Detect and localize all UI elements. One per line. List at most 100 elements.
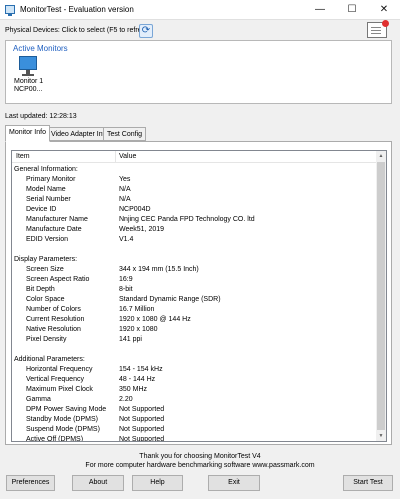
table-row[interactable]: Serial Number N/A <box>12 195 377 205</box>
row-item-label: Color Space <box>26 296 65 303</box>
row-item-label: DPM Power Saving Mode <box>26 406 107 413</box>
table-row[interactable]: DPM Power Saving Mode Not Supported <box>12 405 377 415</box>
row-value: NCP004D <box>119 206 151 213</box>
row-item-label: Serial Number <box>26 196 71 203</box>
row-value: 8-bit <box>119 286 133 293</box>
scroll-down-arrow-icon[interactable]: ▼ <box>376 431 386 441</box>
column-divider[interactable] <box>115 151 116 163</box>
report-icon[interactable] <box>367 20 389 38</box>
monitor-id: NCP00... <box>14 86 43 93</box>
table-row[interactable]: Suspend Mode (DPMS) Not Supported <box>12 425 377 435</box>
section-header: Additional Parameters: <box>14 356 85 363</box>
table-row[interactable]: Screen Size 344 x 194 mm (15.5 Inch) <box>12 265 377 275</box>
row-item-label: Model Name <box>26 186 66 193</box>
table-row[interactable]: Current Resolution 1920 x 1080 @ 144 Hz <box>12 315 377 325</box>
row-item-label: Primary Monitor <box>26 176 76 183</box>
vertical-scrollbar[interactable]: ▲ ▼ <box>376 151 386 441</box>
table-row[interactable]: Model Name N/A <box>12 185 377 195</box>
minimize-button[interactable]: — <box>304 0 336 20</box>
row-value: Week51, 2019 <box>119 226 165 233</box>
table-row[interactable]: Color Space Standard Dynamic Range (SDR) <box>12 295 377 305</box>
row-item-label: Device ID <box>26 206 57 213</box>
monitor-icon[interactable] <box>17 56 39 77</box>
row-value: 141 ppi <box>119 336 142 343</box>
window-title: MonitorTest - Evaluation version <box>20 5 134 14</box>
table-row[interactable]: Vertical Frequency 48 - 144 Hz <box>12 375 377 385</box>
footer-website: For more computer hardware benchmarking … <box>85 462 315 469</box>
title-bar: MonitorTest - Evaluation version — ☐ ✕ <box>0 0 400 20</box>
table-row[interactable] <box>12 245 377 255</box>
row-value: N/A <box>119 186 131 193</box>
row-item-label: EDID Version <box>26 236 69 243</box>
row-value: 350 MHz <box>119 386 148 393</box>
monitor-item[interactable]: Monitor 1 NCP00... <box>14 78 43 94</box>
row-item-label: Pixel Density <box>26 336 67 343</box>
table-row[interactable]: Horizontal Frequency 154 - 154 kHz <box>12 365 377 375</box>
column-header-value[interactable]: Value <box>119 153 136 160</box>
scroll-up-arrow-icon[interactable]: ▲ <box>376 151 386 161</box>
list-header: Item Value <box>12 151 377 163</box>
table-row[interactable]: Additional Parameters: <box>12 355 377 365</box>
column-header-item[interactable]: Item <box>16 153 30 160</box>
row-value: 16:9 <box>119 276 133 283</box>
tab-test-config[interactable]: Test Config <box>103 127 147 141</box>
row-item-label: Horizontal Frequency <box>26 366 93 373</box>
table-row[interactable]: Active Off (DPMS) Not Supported <box>12 435 377 442</box>
row-item-label: Bit Depth <box>26 286 55 293</box>
refresh-icon[interactable]: ⟳ <box>139 24 153 38</box>
monitor-info-panel: Item Value General Information: Primary M… <box>5 141 392 445</box>
table-row[interactable]: EDID Version V1.4 <box>12 235 377 245</box>
scrollbar-thumb[interactable] <box>377 162 385 430</box>
row-item-label: Active Off (DPMS) <box>26 436 84 442</box>
row-item-label: Standby Mode (DPMS) <box>26 416 98 423</box>
last-updated-label: Last updated: 12:28:13 <box>5 113 77 120</box>
table-row[interactable]: Screen Aspect Ratio 16:9 <box>12 275 377 285</box>
table-row[interactable]: Bit Depth 8-bit <box>12 285 377 295</box>
row-value: 1920 x 1080 <box>119 326 158 333</box>
row-item-label: Manufacturer Name <box>26 216 88 223</box>
row-item-label: Maximum Pixel Clock <box>26 386 93 393</box>
section-header: Display Parameters: <box>14 256 78 263</box>
row-value: 344 x 194 mm (15.5 Inch) <box>119 266 199 273</box>
row-value: Not Supported <box>119 426 165 433</box>
row-value: 48 - 144 Hz <box>119 376 156 383</box>
table-row[interactable]: General Information: <box>12 165 377 175</box>
row-value: Nnjing CEC Panda FPD Technology CO. ltd <box>119 216 255 223</box>
row-value: 16.7 Million <box>119 306 155 313</box>
table-row[interactable]: Manufacture Date Week51, 2019 <box>12 225 377 235</box>
preferences-button[interactable]: Preferences <box>6 475 55 491</box>
row-value: V1.4 <box>119 236 134 243</box>
maximize-button[interactable]: ☐ <box>336 0 368 20</box>
footer-thanks: Thank you for choosing MonitorTest V4 <box>139 453 261 460</box>
table-row[interactable]: Pixel Density 141 ppi <box>12 335 377 345</box>
row-value: Not Supported <box>119 416 165 423</box>
row-value: 1920 x 1080 @ 144 Hz <box>119 316 191 323</box>
active-monitors-title: Active Monitors <box>13 44 68 53</box>
row-item-label: Native Resolution <box>26 326 81 333</box>
table-row[interactable]: Primary Monitor Yes <box>12 175 377 185</box>
physical-devices-label: Physical Devices: Click to select (F5 to… <box>5 27 152 34</box>
table-row[interactable]: Device ID NCP004D <box>12 205 377 215</box>
table-row[interactable] <box>12 345 377 355</box>
table-row[interactable]: Standby Mode (DPMS) Not Supported <box>12 415 377 425</box>
row-item-label: Screen Aspect Ratio <box>26 276 90 283</box>
table-row[interactable]: Maximum Pixel Clock 350 MHz <box>12 385 377 395</box>
tab-monitor-info[interactable]: Monitor Info <box>5 125 50 142</box>
row-value: Yes <box>119 176 131 183</box>
about-button[interactable]: About <box>72 475 124 491</box>
table-row[interactable]: Manufacturer Name Nnjing CEC Panda FPD Te… <box>12 215 377 225</box>
section-header: General Information: <box>14 166 78 173</box>
table-row[interactable]: Gamma 2.20 <box>12 395 377 405</box>
help-button[interactable]: Help <box>132 475 183 491</box>
start-test-button[interactable]: Start Test <box>343 475 393 491</box>
row-item-label: Gamma <box>26 396 51 403</box>
table-row[interactable]: Display Parameters: <box>12 255 377 265</box>
table-row[interactable]: Native Resolution 1920 x 1080 <box>12 325 377 335</box>
exit-button[interactable]: Exit <box>208 475 260 491</box>
row-value: 154 - 154 kHz <box>119 366 163 373</box>
monitor-info-list[interactable]: Item Value General Information: Primary M… <box>11 150 387 442</box>
table-row[interactable]: Number of Colors 16.7 Million <box>12 305 377 315</box>
close-button[interactable]: ✕ <box>368 0 400 20</box>
row-value: Standard Dynamic Range (SDR) <box>119 296 221 303</box>
row-item-label: Vertical Frequency <box>26 376 84 383</box>
